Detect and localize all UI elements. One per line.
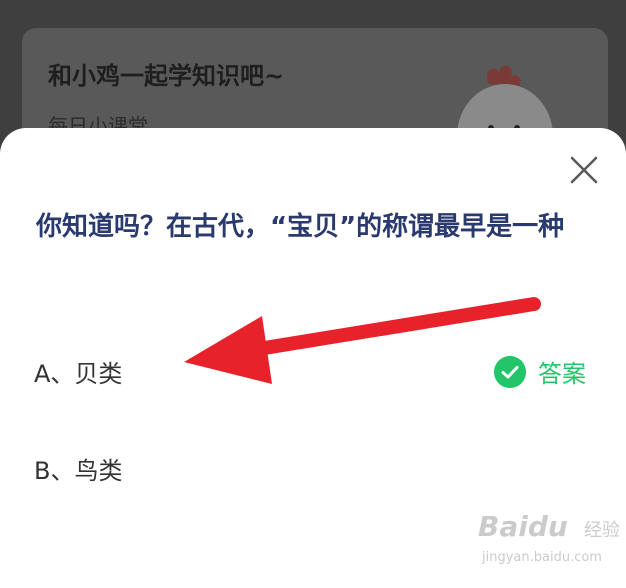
baidu-jingyan-watermark: Baidu 经验 jingyan.baidu.com xyxy=(474,510,624,574)
quiz-question: 你知道吗？在古代，“宝贝”的称谓最早是一种 xyxy=(36,212,565,242)
answer-indicator: 答案 xyxy=(494,354,586,389)
check-circle-icon xyxy=(494,355,526,388)
watermark-url: jingyan.baidu.com xyxy=(482,550,602,565)
watermark-brand: Baidu xyxy=(478,510,568,543)
background-card-title: 和小鸡一起学知识吧~ xyxy=(48,62,285,90)
quiz-option-a[interactable]: A、贝类 xyxy=(34,354,122,389)
answer-label: 答案 xyxy=(538,360,586,388)
quiz-option-b[interactable]: B、鸟类 xyxy=(34,451,122,486)
close-icon[interactable] xyxy=(566,152,602,188)
watermark-suffix: 经验 xyxy=(584,520,620,541)
